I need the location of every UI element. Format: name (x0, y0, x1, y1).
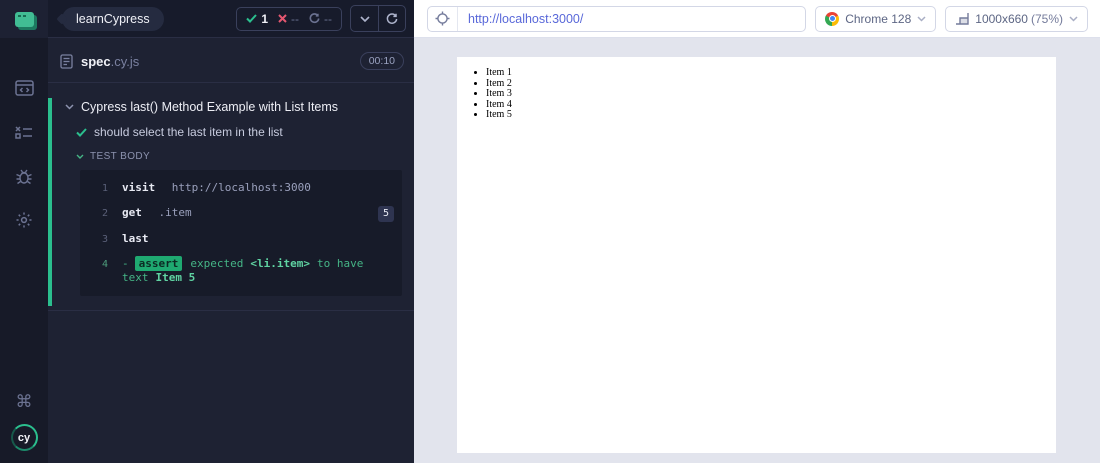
reporter-controls (350, 5, 406, 32)
url-bar: http://localhost:3000/ (427, 5, 807, 32)
pending-circle-icon (309, 13, 320, 24)
assert-message-part: <li.item> (250, 257, 310, 270)
sidebar-item-settings[interactable] (0, 198, 48, 242)
cypress-cy-logo[interactable]: cy (10, 424, 38, 451)
item-list: Item 1 Item 2 Item 3 Item 4 Item 5 (457, 67, 1056, 121)
cypress-app-icon (14, 11, 34, 27)
command-number: 3 (101, 234, 108, 245)
command-method: get (122, 206, 142, 219)
reporter-panel: learnCypress 1 -- -- spec.cy.js 00:10 Cy… (48, 0, 414, 463)
viewport-select[interactable]: 1000x660 (75%) (945, 5, 1088, 32)
passed-count: 1 (261, 11, 268, 26)
cypress-test-runner: ⌘ cy learnCypress 1 -- -- spec.cy.js 00:… (0, 0, 1100, 463)
browser-header: http://localhost:3000/ Chrome 128 1000x6… (414, 0, 1100, 38)
aut-stage: Item 1 Item 2 Item 3 Item 4 Item 5 (414, 38, 1100, 463)
chevron-down-icon (917, 15, 926, 22)
list-item[interactable]: Item 3 (486, 89, 1056, 100)
list-item[interactable]: Item 4 (486, 99, 1056, 111)
suite-header[interactable]: Cypress last() Method Example with List … (52, 98, 414, 116)
assert-dash: - (122, 257, 129, 270)
stat-pending: -- (309, 12, 332, 26)
cy-logo-text: cy (17, 431, 31, 444)
browser-select[interactable]: Chrome 128 (815, 5, 937, 32)
command-row-assert[interactable]: 4 - assert expected <li.item> to have text It… (80, 252, 402, 290)
suite-title: Cypress last() Method Example with List … (81, 100, 339, 114)
test-stats: 1 -- -- (236, 6, 342, 31)
spec-document-icon (60, 53, 73, 69)
rerun-tests-button[interactable] (378, 6, 405, 31)
browser-pane: http://localhost:3000/ Chrome 128 1000x6… (414, 0, 1100, 463)
command-row-get[interactable]: 2 get .item 5 (80, 201, 402, 227)
spec-file-name: spec.cy.js (81, 53, 140, 69)
assert-badge: assert (134, 256, 183, 271)
stat-passed: 1 (246, 12, 268, 26)
viewport-scale: (75%) (1030, 11, 1063, 26)
command-message: http://localhost:3000 (171, 181, 311, 194)
x-icon (278, 14, 287, 23)
check-icon (246, 14, 258, 23)
chevron-down-icon (76, 154, 84, 159)
list-item[interactable]: Item 5 (486, 110, 1056, 121)
viewport-size-icon (956, 13, 969, 25)
code-window-icon (14, 80, 34, 96)
test-body-toggle[interactable]: TEST BODY (52, 141, 414, 168)
test-title: should select the last item in the list (94, 125, 283, 139)
failed-count: -- (291, 11, 299, 26)
checklist-icon (15, 126, 32, 139)
runnables-list: Cypress last() Method Example with List … (48, 83, 414, 311)
test-result-row[interactable]: should select the last item in the list (52, 116, 414, 141)
command-log: 1 visit http://localhost:3000 2 get .ite… (80, 170, 402, 296)
command-message: .item (158, 206, 192, 219)
command-method: last (122, 232, 149, 245)
sidebar-item-debug[interactable] (0, 154, 48, 198)
chevron-down-icon (65, 104, 74, 110)
spec-file-row[interactable]: spec.cy.js 00:10 (48, 38, 414, 83)
url-input[interactable]: http://localhost:3000/ (458, 7, 805, 31)
stat-failed: -- (278, 12, 299, 26)
viewport-size: 1000x660 (975, 11, 1028, 26)
chevron-down-icon (359, 15, 370, 22)
keyboard-shortcuts-button[interactable]: ⌘ (0, 380, 48, 424)
command-method: visit (122, 181, 156, 194)
browser-name: Chrome 128 (845, 11, 912, 26)
assert-message-part: Item 5 (155, 271, 196, 284)
chrome-icon (825, 11, 840, 26)
check-icon (76, 127, 87, 137)
chevron-down-icon (1069, 15, 1078, 22)
pending-count: -- (324, 11, 332, 26)
assert-message-part: expected (190, 257, 244, 270)
command-row-last[interactable]: 3 last (80, 227, 402, 252)
command-number: 2 (101, 208, 108, 219)
test-body-label: TEST BODY (90, 151, 151, 162)
sidebar-item-runs[interactable] (0, 110, 48, 154)
cypress-app-button[interactable] (0, 0, 48, 38)
list-item[interactable]: Item 2 (486, 78, 1056, 90)
command-number: 4 (101, 259, 108, 270)
project-name: learnCypress (76, 11, 150, 26)
selector-playground-button[interactable] (428, 6, 458, 31)
element-count-badge: 5 (377, 206, 394, 222)
divider (48, 310, 414, 311)
crosshair-icon (435, 11, 450, 26)
list-item[interactable]: Item 1 (486, 67, 1056, 79)
spec-file-ext: .cy.js (110, 53, 140, 69)
sidebar-rail: ⌘ cy (0, 0, 48, 463)
app-under-test: Item 1 Item 2 Item 3 Item 4 Item 5 (457, 57, 1056, 453)
command-number: 1 (101, 183, 108, 194)
spec-name-pill[interactable]: learnCypress (62, 6, 164, 31)
suite-block: Cypress last() Method Example with List … (48, 98, 414, 306)
collapse-all-button[interactable] (351, 6, 378, 31)
gear-icon (16, 212, 32, 228)
reporter-header: learnCypress 1 -- -- (48, 0, 414, 38)
spec-duration-badge: 00:10 (359, 52, 404, 70)
sidebar-item-specs[interactable] (0, 66, 48, 110)
command-key-icon: ⌘ (15, 392, 33, 411)
refresh-icon (386, 12, 398, 24)
bug-icon (16, 169, 32, 184)
command-row-visit[interactable]: 1 visit http://localhost:3000 (80, 176, 402, 201)
